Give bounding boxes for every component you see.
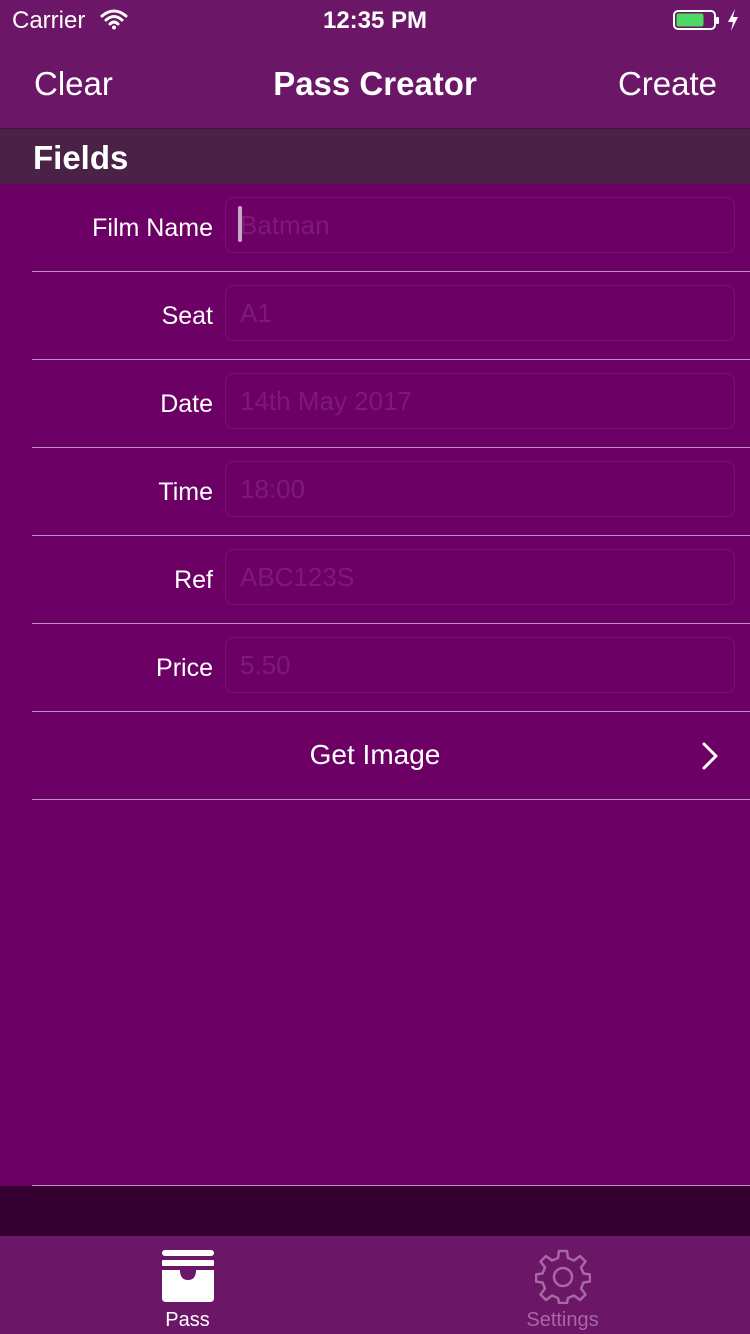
ref-field[interactable] <box>226 550 734 604</box>
gear-icon <box>535 1249 591 1304</box>
date-label: Date <box>160 390 213 418</box>
ref-label: Ref <box>174 566 213 594</box>
footer-band <box>0 1186 750 1236</box>
pass-tray-icon <box>162 1250 214 1302</box>
form-row-seat: Seat <box>32 272 750 360</box>
navigation-bar: Clear Pass Creator Create <box>0 40 750 129</box>
form-row-date: Date <box>32 360 750 448</box>
film-name-field-box <box>225 197 735 253</box>
film-name-field[interactable] <box>226 198 734 252</box>
time-label: Time <box>158 478 213 506</box>
tab-settings-label: Settings <box>526 1309 599 1331</box>
ref-field-box <box>225 549 735 605</box>
seat-label: Seat <box>161 302 213 330</box>
tab-pass[interactable]: Pass <box>0 1236 375 1334</box>
time-field-box <box>225 461 735 517</box>
get-image-button[interactable]: Get Image <box>32 712 750 800</box>
tab-bar: Pass Settings <box>0 1236 750 1334</box>
get-image-label: Get Image <box>309 739 441 770</box>
seat-field[interactable] <box>226 286 734 340</box>
price-label: Price <box>156 654 213 682</box>
form-row-price: Price <box>32 624 750 712</box>
battery-icon <box>673 10 719 30</box>
form-row-ref: Ref <box>32 536 750 624</box>
price-field-box <box>225 637 735 693</box>
date-field[interactable] <box>226 374 734 428</box>
chevron-right-icon <box>702 742 718 770</box>
charging-bolt-icon <box>728 9 738 31</box>
price-field[interactable] <box>226 638 734 692</box>
date-field-box <box>225 373 735 429</box>
seat-field-box <box>225 285 735 341</box>
form-row-time: Time <box>32 448 750 536</box>
form-row-film-name: Film Name <box>32 184 750 272</box>
status-time: 12:35 PM <box>322 7 428 34</box>
create-button[interactable]: Create <box>618 65 717 103</box>
tab-settings[interactable]: Settings <box>375 1236 750 1334</box>
tab-pass-label: Pass <box>165 1309 210 1331</box>
text-cursor <box>238 206 242 242</box>
time-field[interactable] <box>226 462 734 516</box>
section-header-fields: Fields <box>0 129 750 184</box>
film-name-label: Film Name <box>92 214 213 242</box>
status-bar: Carrier 12:35 PM <box>0 0 750 40</box>
